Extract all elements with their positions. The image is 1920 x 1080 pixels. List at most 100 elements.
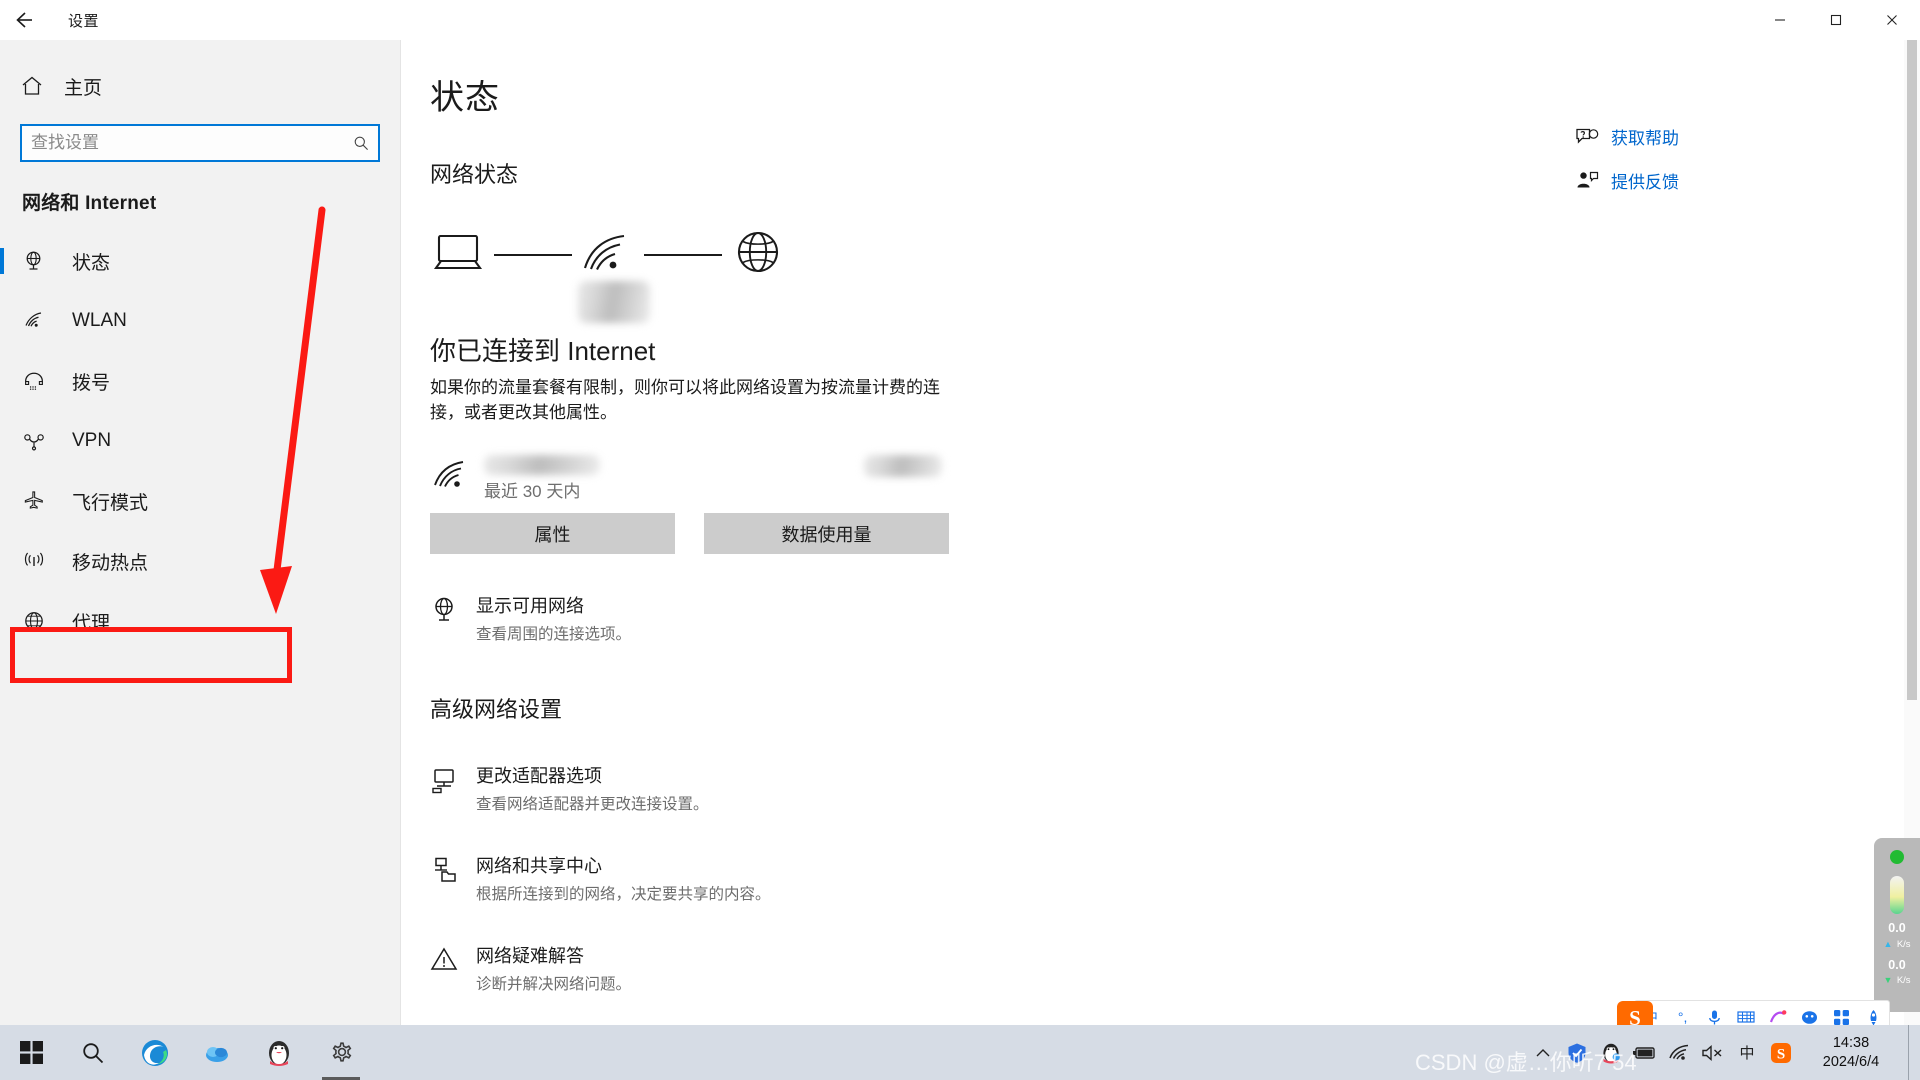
- item-subtitle: 根据所连接到的网络，决定要共享的内容。: [476, 886, 771, 904]
- settings-window: 设置 主页 网络和 Internet: [0, 0, 1920, 1080]
- item-subtitle: 查看周围的连接选项。: [476, 626, 632, 644]
- item-title: 网络疑难解答: [476, 946, 584, 967]
- settings-app-icon[interactable]: [310, 1025, 372, 1080]
- taskbar-clock[interactable]: 14:38 2024/6/4: [1798, 1034, 1908, 1070]
- start-button[interactable]: [0, 1025, 62, 1080]
- network-meta-label: 最近 30 天内: [484, 482, 581, 502]
- item-subtitle: 诊断并解决网络问题。: [476, 976, 632, 994]
- adapter-monitor-icon: [430, 762, 476, 814]
- sidebar-item-label: 状态: [72, 252, 111, 274]
- search-settings-box[interactable]: [20, 124, 380, 162]
- qq-app-icon[interactable]: [248, 1025, 310, 1080]
- warning-triangle-icon: [430, 942, 476, 994]
- dialup-icon: [22, 369, 56, 393]
- item-title: 显示可用网络: [476, 596, 584, 617]
- help-label[interactable]: 提供反馈: [1611, 168, 1679, 193]
- upload-unit: K/s: [1896, 938, 1911, 950]
- section-title-network-status: 网络状态: [430, 162, 519, 187]
- close-button[interactable]: [1864, 0, 1920, 40]
- sidebar-item-label: 代理: [72, 612, 111, 634]
- sidebar-item-label: VPN: [72, 430, 112, 451]
- search-input[interactable]: [22, 126, 344, 160]
- net-speed-widget[interactable]: 0.0 ▲ K/s 0.0 ▼ K/s: [1874, 838, 1920, 1012]
- help-label[interactable]: 获取帮助: [1611, 124, 1679, 149]
- back-arrow-icon[interactable]: [0, 0, 46, 40]
- properties-button[interactable]: 属性: [430, 513, 675, 555]
- sidebar-nav-list: 状态 WLAN 拨号 VPN 飞行模式 移动热点 代理: [0, 231, 400, 651]
- wifi-tray-icon[interactable]: [1662, 1025, 1696, 1080]
- give-feedback-item[interactable]: 提供反馈: [1575, 168, 1785, 193]
- ime-punctuation-toggle[interactable]: °,: [1667, 1009, 1699, 1025]
- network-sharing-center-item[interactable]: 网络和共享中心 根据所连接到的网络，决定要共享的内容。: [430, 852, 1430, 904]
- status-indicator-dot: [1890, 850, 1904, 864]
- feedback-person-icon: [1575, 170, 1611, 192]
- proxy-globe-icon: [22, 609, 56, 633]
- diagram-link-2: [644, 254, 722, 256]
- home-label: 主页: [64, 77, 103, 99]
- upload-speed-stat: 0.0 ▲ K/s: [1883, 922, 1910, 951]
- show-desktop-button[interactable]: [1908, 1025, 1920, 1080]
- doodle-icon[interactable]: [1762, 1009, 1794, 1025]
- volume-muted-icon[interactable]: [1696, 1025, 1730, 1080]
- rocket-icon[interactable]: [1857, 1009, 1889, 1026]
- blurred-network-name: [484, 455, 600, 476]
- sharing-folder-icon: [430, 852, 476, 904]
- network-diagram: [430, 225, 810, 323]
- clock-date: 2024/6/4: [1822, 1053, 1880, 1070]
- window-title: 设置: [68, 12, 100, 30]
- home-icon: [20, 74, 50, 98]
- show-available-networks-item[interactable]: 显示可用网络 查看周围的连接选项。: [430, 592, 1430, 644]
- clock-time: 14:38: [1832, 1035, 1870, 1052]
- item-title: 网络和共享中心: [476, 856, 602, 877]
- cloud-app-icon[interactable]: [186, 1025, 248, 1080]
- download-speed-stat: 0.0 ▼ K/s: [1883, 958, 1911, 988]
- wifi-signal-icon: [580, 230, 636, 281]
- blurred-network-usage: [864, 455, 942, 478]
- sidebar-item-status[interactable]: 状态: [0, 231, 400, 291]
- sidebar-item-wlan[interactable]: WLAN: [0, 291, 400, 351]
- data-usage-button[interactable]: 数据使用量: [704, 513, 949, 555]
- svg-text:S: S: [1777, 1046, 1785, 1062]
- page-title: 状态: [430, 79, 500, 117]
- sidebar-item-label: 飞行模式: [72, 492, 149, 514]
- memory-gauge-icon: [1890, 876, 1904, 914]
- blurred-ssid-badge: [578, 281, 650, 323]
- search-icon[interactable]: [344, 135, 378, 151]
- scrollbar-thumb[interactable]: [1907, 40, 1917, 700]
- download-arrow-icon: ▼: [1883, 975, 1893, 985]
- ime-tray-icon[interactable]: 中: [1730, 1025, 1764, 1080]
- sidebar: 主页 网络和 Internet 状态 WLAN: [0, 0, 401, 1025]
- upload-value: 0.0: [1888, 921, 1906, 935]
- upload-arrow-icon: ▲: [1883, 938, 1893, 949]
- sidebar-item-mobile-hotspot[interactable]: 移动热点: [0, 531, 400, 591]
- section-title-advanced: 高级网络设置: [430, 697, 563, 723]
- network-troubleshooter-item[interactable]: 网络疑难解答 诊断并解决网络问题。: [430, 942, 1430, 994]
- active-network-row: 最近 30 天内: [430, 451, 1430, 503]
- edge-browser-icon[interactable]: [124, 1025, 186, 1080]
- laptop-icon: [430, 230, 486, 281]
- main-content: 状态 网络状态 你已连接到 Internet 如果你的流量套餐有限制，则你可以将…: [401, 40, 1920, 1025]
- sidebar-item-vpn[interactable]: VPN: [0, 411, 400, 471]
- sidebar-item-label: 拨号: [72, 372, 111, 394]
- network-globe-icon: [430, 592, 476, 644]
- apps-icon[interactable]: [1826, 1009, 1858, 1025]
- sidebar-item-proxy[interactable]: 代理: [0, 591, 400, 651]
- diagram-link-1: [494, 254, 572, 256]
- sogou-tray-icon[interactable]: S: [1764, 1025, 1798, 1080]
- emoji-icon[interactable]: [1794, 1010, 1826, 1025]
- minimize-button[interactable]: [1752, 0, 1808, 40]
- sidebar-item-home[interactable]: 主页: [0, 64, 400, 108]
- change-adapter-options-item[interactable]: 更改适配器选项 查看网络适配器并更改连接设置。: [430, 762, 1430, 814]
- sidebar-item-label: WLAN: [72, 310, 127, 331]
- sidebar-item-airplane-mode[interactable]: 飞行模式: [0, 471, 400, 531]
- network-action-buttons: 属性 数据使用量: [430, 513, 1430, 555]
- taskbar-search-icon[interactable]: [62, 1025, 124, 1080]
- download-unit: K/s: [1896, 975, 1911, 986]
- sidebar-item-dialup[interactable]: 拨号: [0, 351, 400, 411]
- maximize-button[interactable]: [1808, 0, 1864, 40]
- mic-icon[interactable]: [1699, 1009, 1731, 1026]
- get-help-item[interactable]: 获取帮助: [1575, 124, 1785, 149]
- keyboard-icon[interactable]: [1730, 1010, 1762, 1024]
- title-bar: 设置: [0, 0, 1920, 40]
- wifi-icon: [432, 459, 472, 498]
